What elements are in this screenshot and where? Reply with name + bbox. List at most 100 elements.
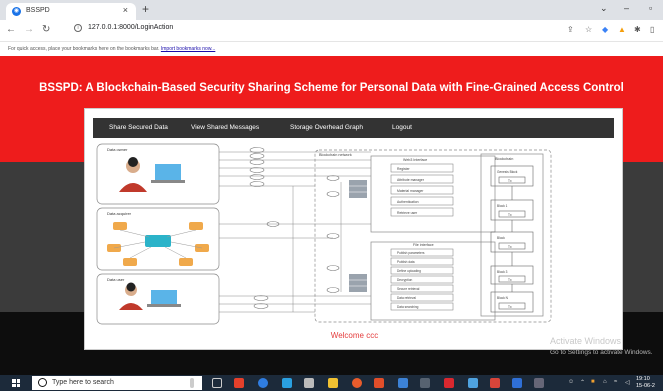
app-icon[interactable] bbox=[234, 378, 244, 388]
data-owner-figure bbox=[119, 157, 185, 192]
app-icon[interactable] bbox=[490, 378, 500, 388]
clock-date: 15-06-2 bbox=[636, 383, 655, 389]
tab-close-icon[interactable]: × bbox=[123, 5, 128, 15]
tray-chevron-icon[interactable]: ⌃ bbox=[580, 379, 585, 386]
activate-windows-title: Activate Windows bbox=[550, 336, 622, 346]
menu-logout[interactable]: Logout bbox=[392, 124, 412, 131]
blockchain-label: Blockchain bbox=[495, 157, 513, 161]
share-icon[interactable]: ⇪ bbox=[567, 25, 574, 34]
windows-taskbar: Type here to search ☺ ⌃ ■ ⌂ ≈ ◁ 19:10 15… bbox=[0, 375, 663, 391]
database-icon bbox=[349, 180, 367, 198]
tab-title: BSSPD bbox=[26, 7, 50, 14]
extension-shield-icon[interactable]: ◆ bbox=[602, 25, 608, 34]
menu-storage-overhead-graph[interactable]: Storage Overhead Graph bbox=[290, 124, 363, 131]
import-bookmarks-link[interactable]: Import bookmarks now... bbox=[161, 46, 215, 52]
app-icon[interactable] bbox=[534, 378, 544, 388]
windows-start-icon[interactable] bbox=[12, 379, 20, 387]
volume-icon[interactable]: ◁ bbox=[625, 379, 630, 386]
network-figure bbox=[107, 222, 209, 266]
web-page: BSSPD: A Blockchain-Based Security Shari… bbox=[0, 56, 663, 375]
service-attribute-manager: Attribute manager bbox=[397, 178, 425, 182]
block-tx: Tx bbox=[508, 179, 512, 183]
site-info-icon[interactable]: i bbox=[74, 24, 82, 32]
block-1: Block 1 bbox=[497, 204, 508, 208]
reload-icon[interactable]: ↻ bbox=[42, 24, 50, 35]
welcome-message: Welcome ccc bbox=[330, 331, 379, 340]
url-text: 127.0.0.1:8000/LoginAction bbox=[88, 24, 174, 31]
tab-search-icon[interactable]: ⌄ bbox=[600, 3, 608, 14]
block-tx: Tx bbox=[508, 305, 512, 309]
file-data-retrieval: Data retrieval bbox=[397, 296, 416, 300]
tray-app-icon[interactable]: ■ bbox=[591, 379, 595, 385]
file-publish-data: Publish data bbox=[397, 260, 415, 264]
taskbar-clock[interactable]: 19:10 15-06-2 bbox=[636, 376, 655, 390]
file-decryption: Decryption bbox=[397, 278, 412, 282]
database-icon bbox=[349, 274, 367, 292]
browser-tab[interactable]: ◉ BSSPD × bbox=[6, 3, 136, 20]
task-view-icon[interactable] bbox=[212, 378, 222, 388]
bookmark-star-icon[interactable]: ☆ bbox=[585, 25, 592, 34]
app-icon[interactable] bbox=[468, 378, 478, 388]
app-icon[interactable] bbox=[352, 378, 362, 388]
minimize-icon[interactable]: – bbox=[624, 3, 629, 13]
taskbar-search-placeholder: Type here to search bbox=[52, 379, 114, 386]
main-menu: Share Secured Data View Shared Messages … bbox=[93, 118, 614, 138]
web3-interface-label: Web3 Interface bbox=[403, 158, 427, 162]
app-icon[interactable] bbox=[282, 378, 292, 388]
forward-icon[interactable]: → bbox=[24, 24, 34, 35]
file-publish-parameters: Publish parameters bbox=[397, 251, 425, 255]
block-2: Block bbox=[497, 236, 505, 240]
people-icon[interactable]: ☺ bbox=[568, 379, 574, 385]
block-tx: Tx bbox=[508, 245, 512, 249]
block-3: Block 3 bbox=[497, 270, 508, 274]
wifi-icon[interactable]: ≈ bbox=[614, 379, 617, 385]
microphone-icon[interactable] bbox=[190, 378, 194, 388]
app-icon[interactable] bbox=[512, 378, 522, 388]
network-icon[interactable]: ⌂ bbox=[603, 379, 607, 385]
pdf-icon[interactable] bbox=[444, 378, 454, 388]
extensions-puzzle-icon[interactable]: ✱ bbox=[634, 25, 641, 34]
menu-share-secured-data[interactable]: Share Secured Data bbox=[109, 124, 168, 131]
activate-windows-subtitle: Go to Settings to activate Windows. bbox=[550, 349, 653, 356]
app-icon[interactable] bbox=[398, 378, 408, 388]
file-define-uploading: Define uploading bbox=[397, 269, 421, 273]
app-icon[interactable] bbox=[420, 378, 430, 388]
block-n: Block N bbox=[497, 296, 509, 300]
page-title: BSSPD: A Blockchain-Based Security Shari… bbox=[39, 82, 624, 94]
taskbar-search-input[interactable]: Type here to search bbox=[32, 376, 202, 390]
sidepanel-icon[interactable]: ▯ bbox=[650, 25, 654, 34]
service-register: Register bbox=[397, 167, 410, 171]
file-secure-retrieval: Secure retrieval bbox=[397, 287, 420, 291]
clock-time: 19:10 bbox=[636, 376, 650, 382]
data-user-label: Data user bbox=[107, 277, 125, 282]
data-owner-label: Data owner bbox=[107, 147, 128, 152]
service-material-manager: Material manager bbox=[397, 189, 424, 193]
url-field[interactable]: i 127.0.0.1:8000/LoginAction bbox=[74, 24, 173, 32]
block-tx: Tx bbox=[508, 213, 512, 217]
menu-view-shared-messages[interactable]: View Shared Messages bbox=[191, 124, 259, 131]
bookmarks-bar: For quick access, place your bookmarks h… bbox=[0, 42, 663, 56]
edge-icon[interactable] bbox=[258, 378, 268, 388]
service-retrieve-user: Retrieve user bbox=[397, 211, 418, 215]
new-tab-button[interactable]: + bbox=[142, 2, 149, 16]
extension-fox-icon[interactable]: ▲ bbox=[618, 25, 626, 34]
bookmarks-hint: For quick access, place your bookmarks h… bbox=[8, 46, 160, 52]
app-icon[interactable] bbox=[374, 378, 384, 388]
block-genesis: Genesis Block bbox=[497, 170, 518, 174]
site-favicon-icon: ◉ bbox=[12, 7, 21, 16]
maximize-icon[interactable]: ▫ bbox=[649, 3, 652, 13]
file-data-searching: Data searching bbox=[397, 305, 419, 309]
service-authentication: Authentication bbox=[397, 200, 419, 204]
file-explorer-icon[interactable] bbox=[328, 378, 338, 388]
block-tx: Tx bbox=[508, 278, 512, 282]
content-frame: Share Secured Data View Shared Messages … bbox=[84, 108, 623, 350]
architecture-diagram: Data owner Data acquirer Data user Block… bbox=[93, 142, 614, 325]
browser-tab-bar: ◉ BSSPD × + ⌄ – ▫ bbox=[0, 0, 663, 20]
blockchain-network-label: Blockchain network bbox=[319, 153, 352, 157]
file-interface-label: File interface bbox=[413, 243, 434, 247]
app-icon[interactable] bbox=[304, 378, 314, 388]
search-icon bbox=[38, 378, 47, 387]
data-acquirer-label: Data acquirer bbox=[107, 211, 132, 216]
back-icon[interactable]: ← bbox=[6, 24, 16, 35]
address-bar: ← → ↻ i 127.0.0.1:8000/LoginAction ⇪ ☆ ◆ … bbox=[0, 20, 663, 42]
